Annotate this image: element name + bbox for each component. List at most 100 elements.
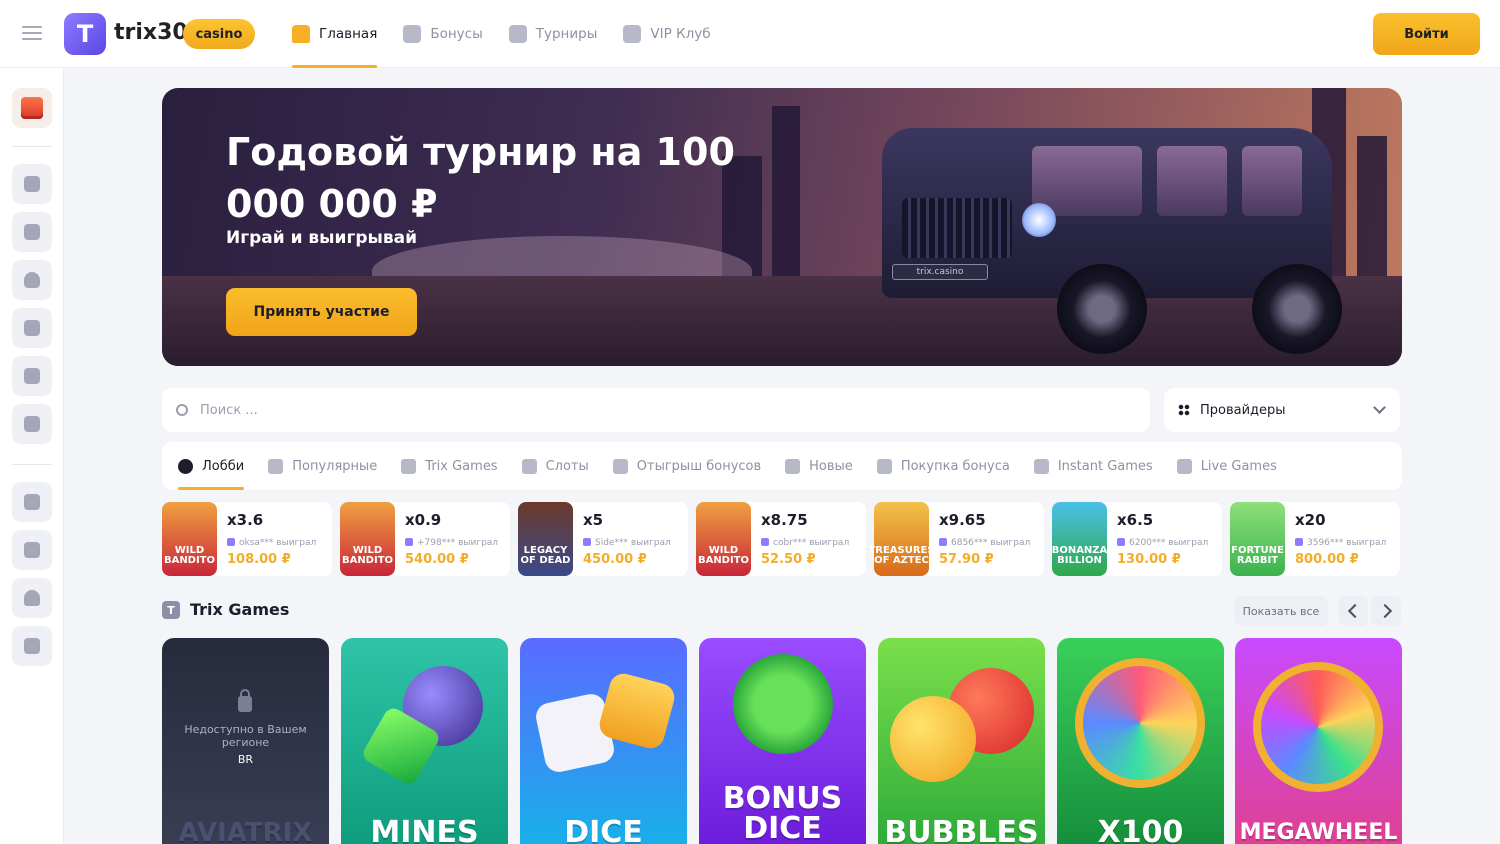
win-amount: 52.50 ₽ xyxy=(761,552,816,567)
game-title: BONUS DICE xyxy=(722,781,843,844)
nav-label: Турниры xyxy=(535,26,598,42)
login-button[interactable]: Войти xyxy=(1373,13,1480,55)
win-user: 6856*** выиграл xyxy=(939,538,1030,548)
user-icon xyxy=(1295,538,1303,546)
win-card[interactable]: LEGACY OF DEAD x5 Side*** выиграл 450.00… xyxy=(518,502,688,576)
win-multiplier: x9.65 xyxy=(939,511,986,529)
win-multiplier: x0.9 xyxy=(405,511,442,529)
nav-vip[interactable]: VIP Клуб xyxy=(623,0,711,68)
tab-label: Покупка бонуса xyxy=(900,458,1010,474)
chevron-down-icon xyxy=(1373,401,1386,414)
user-icon xyxy=(761,538,769,546)
win-user: +798*** выиграл xyxy=(405,538,498,548)
sidebar-copy-button[interactable] xyxy=(12,404,52,444)
tab-label: Отыгрыш бонусов xyxy=(636,458,762,474)
tab-trix-games[interactable]: Trix Games xyxy=(401,442,498,490)
sidebar-divider xyxy=(12,464,52,465)
win-card[interactable]: WILD BANDITO x8.75 cobr*** выиграл 52.50… xyxy=(696,502,866,576)
game-card-bonus-dice[interactable]: BONUS DICE xyxy=(699,638,866,844)
providers-dropdown[interactable]: Провайдеры xyxy=(1164,388,1400,432)
sidebar-clipboard-button[interactable] xyxy=(12,626,52,666)
sidebar-favorites-button[interactable] xyxy=(12,260,52,300)
sidebar-briefcase-button[interactable] xyxy=(12,530,52,570)
vip-icon xyxy=(623,25,642,43)
region-code: BR xyxy=(237,753,254,766)
sidebar-trix-button[interactable] xyxy=(12,212,52,252)
top-bar: T trix30 casino Главная Бонусы Турниры V… xyxy=(0,0,1500,68)
tab-label: Trix Games xyxy=(425,458,498,474)
game-card-aviatrix[interactable]: Недоступно в Вашем регионе BR AVIATRIX xyxy=(162,638,329,844)
game-card-megawheel[interactable]: MEGAWHEEL xyxy=(1235,638,1402,844)
lock-icon xyxy=(238,689,252,712)
slots-icon xyxy=(521,458,537,474)
win-amount: 800.00 ₽ xyxy=(1295,552,1359,567)
game-thumbnail: LEGACY OF DEAD xyxy=(518,502,573,576)
win-user: oksa*** выиграл xyxy=(227,538,316,548)
trix-games-grid: Недоступно в Вашем регионе BR AVIATRIX M… xyxy=(162,638,1402,844)
participate-button[interactable]: Принять участие xyxy=(226,288,417,336)
nav-tournaments[interactable]: Турниры xyxy=(508,0,598,68)
menu-icon[interactable] xyxy=(22,26,42,42)
tab-lobby[interactable]: Лобби xyxy=(178,442,245,490)
boost-icon xyxy=(24,176,40,192)
car-wheel xyxy=(1252,264,1342,354)
win-multiplier: x5 xyxy=(583,511,604,529)
game-card-mines[interactable]: MINES xyxy=(341,638,508,844)
sidebar-shield-button[interactable] xyxy=(12,308,52,348)
tab-live-games[interactable]: Live Games xyxy=(1176,442,1277,490)
win-card[interactable]: BONANZA BILLION x6.5 6200*** выиграл 130… xyxy=(1052,502,1222,576)
next-arrow-button[interactable] xyxy=(1371,596,1401,626)
nav-home[interactable]: Главная xyxy=(292,0,378,68)
tab-bonus-buy[interactable]: Покупка бонуса xyxy=(876,442,1010,490)
win-card[interactable]: WILD BANDITO x3.6 oksa*** выиграл 108.00… xyxy=(162,502,332,576)
nav-bonuses[interactable]: Бонусы xyxy=(403,0,483,68)
game-card-bubbles[interactable]: BUBBLES xyxy=(878,638,1045,844)
new-icon xyxy=(785,458,801,474)
trix-icon xyxy=(401,458,417,474)
game-thumbnail: WILD BANDITO xyxy=(340,502,395,576)
game-title: AVIATRIX xyxy=(178,818,313,844)
game-card-x100[interactable]: X100 xyxy=(1057,638,1224,844)
tab-popular[interactable]: Популярные xyxy=(268,442,377,490)
promo-banner[interactable]: trix.casino Годовой турнир на 100 000 00… xyxy=(162,88,1402,366)
win-card[interactable]: FORTUNE RABBIT x20 3596*** выиграл 800.0… xyxy=(1230,502,1400,576)
logo-icon[interactable]: T xyxy=(64,13,106,55)
live-icon xyxy=(1176,458,1192,474)
sidebar-vip-button[interactable] xyxy=(12,482,52,522)
tab-instant-games[interactable]: Instant Games xyxy=(1033,442,1153,490)
win-user: 6200*** выиграл xyxy=(1117,538,1208,548)
car-grille xyxy=(902,198,1012,258)
win-card[interactable]: TREASURES OF AZTEC x9.65 6856*** выиграл… xyxy=(868,502,1044,576)
win-multiplier: x20 xyxy=(1295,511,1326,529)
win-user-text: 6200*** выиграл xyxy=(1129,538,1209,548)
nav-label: VIP Клуб xyxy=(650,26,711,42)
win-multiplier: x3.6 xyxy=(227,511,264,529)
game-title: MINES xyxy=(370,815,479,844)
search-input[interactable]: Поиск ... xyxy=(162,388,1150,432)
sidebar-support-button[interactable] xyxy=(12,578,52,618)
tab-label: Instant Games xyxy=(1057,458,1153,474)
win-card[interactable]: WILD BANDITO x0.9 +798*** выиграл 540.00… xyxy=(340,502,510,576)
car-headlight xyxy=(1022,203,1056,237)
logo-text[interactable]: trix30 xyxy=(114,20,188,45)
sidebar-boost-button[interactable] xyxy=(12,164,52,204)
prev-arrow-button[interactable] xyxy=(1338,596,1368,626)
bingo-icon xyxy=(24,368,40,384)
banner-title: Годовой турнир на 100 000 000 ₽ xyxy=(226,130,735,226)
bonus-buy-icon xyxy=(876,458,892,474)
win-user-text: cobr*** выиграл xyxy=(773,538,850,548)
show-all-button[interactable]: Показать все xyxy=(1234,596,1328,626)
search-icon xyxy=(176,404,188,416)
providers-label: Провайдеры xyxy=(1200,402,1286,418)
gift-icon xyxy=(21,97,43,119)
sidebar-bingo-button[interactable] xyxy=(12,356,52,396)
tab-new[interactable]: Новые xyxy=(785,442,853,490)
locked-text: Недоступно в Вашем регионе xyxy=(184,723,307,749)
game-thumbnail: WILD BANDITO xyxy=(162,502,217,576)
tab-slots[interactable]: Слоты xyxy=(521,442,589,490)
sidebar-gift-button[interactable] xyxy=(12,88,52,128)
game-card-dice[interactable]: DICE xyxy=(520,638,687,844)
heart-icon xyxy=(24,272,40,288)
win-amount: 540.00 ₽ xyxy=(405,552,469,567)
tab-bonus-wagering[interactable]: Отыгрыш бонусов xyxy=(612,442,762,490)
